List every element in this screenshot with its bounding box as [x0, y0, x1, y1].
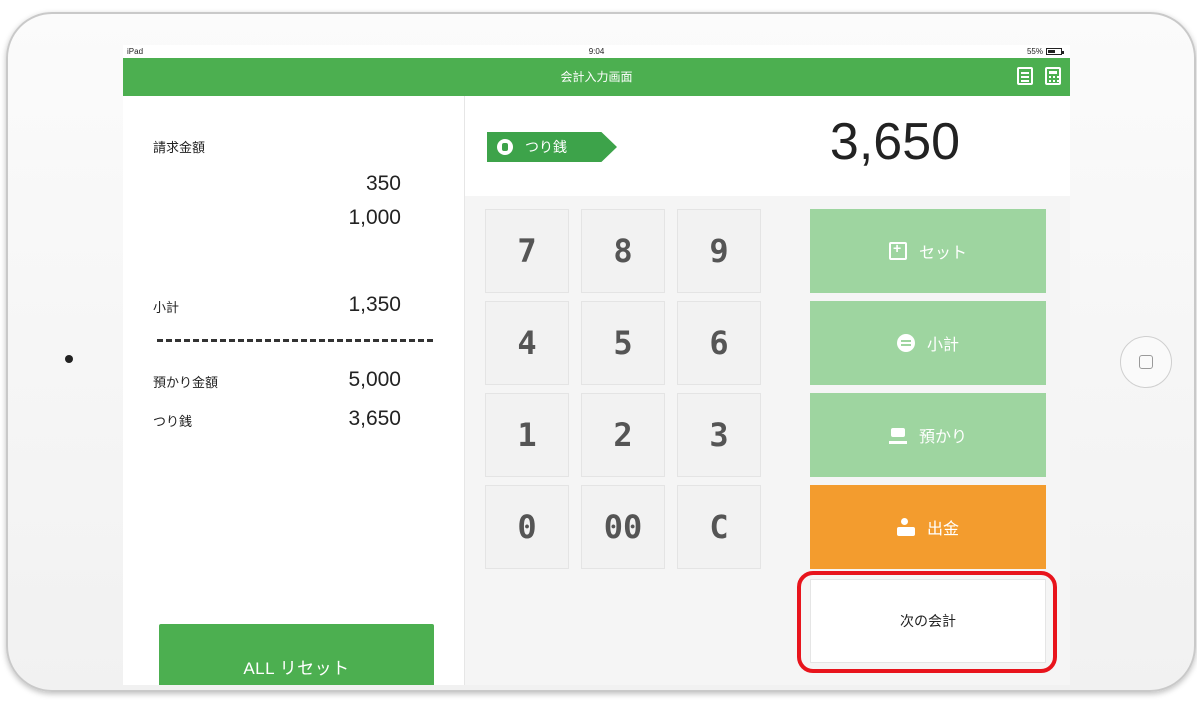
- key-8[interactable]: 8: [581, 209, 665, 293]
- withdraw-button-label: 出金: [926, 521, 959, 538]
- key-3[interactable]: 3: [677, 393, 761, 477]
- battery-icon: [1046, 48, 1064, 55]
- all-reset-button[interactable]: ALL リセット: [159, 624, 434, 685]
- key-2[interactable]: 2: [581, 393, 665, 477]
- equals-icon: [896, 334, 915, 352]
- key-1[interactable]: 1: [485, 393, 569, 477]
- key-0[interactable]: 0: [485, 485, 569, 569]
- key-00[interactable]: 00: [581, 485, 665, 569]
- nav-bar: 会計入力画面: [123, 58, 1070, 96]
- calculator-icon[interactable]: [1045, 67, 1061, 85]
- change-tag-label: つり銭: [525, 139, 567, 155]
- key-7[interactable]: 7: [485, 209, 569, 293]
- deposit-label: 預かり金額: [153, 375, 219, 390]
- add-set-icon: [888, 240, 907, 260]
- set-label: セット: [918, 245, 967, 262]
- amount-display: つり銭 3,650: [465, 96, 1070, 196]
- status-bar: iPad 9:04 55%: [123, 45, 1070, 58]
- billing-label: 請求金額: [153, 140, 206, 155]
- billing-value-1: 350: [365, 172, 401, 195]
- set-button[interactable]: セット: [810, 209, 1046, 293]
- deposit-button[interactable]: 預かり: [810, 393, 1046, 477]
- deposit-value: 5,000: [348, 368, 401, 391]
- page-title: 会計入力画面: [560, 70, 633, 84]
- input-panel: つり銭 3,650 7 8 9 4 5 6 1 2 3 0 00 C セット 小…: [465, 96, 1070, 685]
- cash-register-icon: [888, 426, 907, 444]
- change-tag: つり銭: [487, 132, 617, 162]
- next-transaction-button[interactable]: 次の会計: [810, 579, 1046, 663]
- divider: [157, 339, 433, 342]
- key-9[interactable]: 9: [677, 209, 761, 293]
- coin-icon: [497, 139, 513, 155]
- withdraw-button[interactable]: 出金: [810, 485, 1046, 569]
- battery-percent: 55%: [1026, 47, 1043, 56]
- deposit-button-label: 預かり: [918, 429, 967, 446]
- receipt-panel: 請求金額 350 1,000 小計 1,350 預かり金額 5,000 つり銭 …: [123, 96, 465, 685]
- key-5[interactable]: 5: [581, 301, 665, 385]
- subtotal-button-label: 小計: [926, 337, 959, 354]
- billing-value-2: 1,000: [348, 206, 401, 229]
- key-4[interactable]: 4: [485, 301, 569, 385]
- person-desk-icon: [896, 518, 915, 536]
- home-square-icon: [1139, 355, 1153, 369]
- clock: 9:04: [588, 47, 605, 56]
- list-icon[interactable]: [1017, 67, 1033, 85]
- change-value: 3,650: [348, 407, 401, 430]
- app-screen: iPad 9:04 55% 会計入力画面 請求金額 350 1,000 小計 1…: [123, 45, 1070, 685]
- change-label: つり銭: [153, 414, 193, 429]
- key-6[interactable]: 6: [677, 301, 761, 385]
- home-button[interactable]: [1120, 336, 1172, 388]
- subtotal-value: 1,350: [348, 293, 401, 316]
- key-clear[interactable]: C: [677, 485, 761, 569]
- amount-value: 3,650: [829, 113, 961, 171]
- subtotal-button[interactable]: 小計: [810, 301, 1046, 385]
- subtotal-label: 小計: [153, 300, 180, 315]
- camera-icon: [65, 355, 73, 363]
